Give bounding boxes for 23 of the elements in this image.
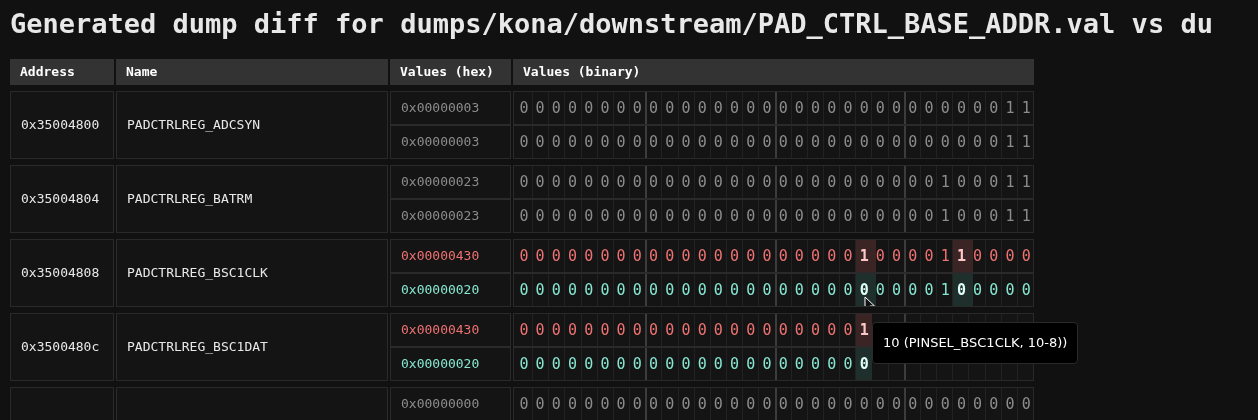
table-cell: 0x00000003: [390, 91, 511, 125]
table-cell: 0x00000430: [390, 313, 511, 347]
page-title: Generated dump diff for dumps/kona/downstream/PAD_CTRL_BASE_ADDR.val vs du: [9, 7, 1214, 41]
table-cell: PADCTRLREG_BSC1DAT: [116, 313, 388, 381]
table-cell: 0x35004804: [10, 165, 114, 233]
tooltip: 10 (PINSEL_BSC1CLK, 10-8)): [872, 322, 1079, 364]
table-cell: 0x00000000: [390, 387, 511, 420]
table-cell: 0x00000023: [390, 165, 511, 199]
table-cell: PADCTRLREG_BSC1CLK: [116, 239, 388, 307]
table-cell: 0x00000020: [390, 347, 511, 381]
table-cell: 0x35004808: [10, 239, 114, 307]
table-cell: PADCTRLREG_ADCSYN: [116, 91, 388, 159]
table-cell: 0x00000023: [390, 199, 511, 233]
column-header: Address: [10, 59, 114, 85]
column-header: Values (hex): [390, 59, 511, 85]
column-header: Values (binary): [513, 59, 1034, 85]
table-cell: PADCTRLREG_BATRM: [116, 165, 388, 233]
column-header: Name: [116, 59, 388, 85]
table-cell: 0x00000430: [390, 239, 511, 273]
table-cell: 0x3500480c: [10, 313, 114, 381]
table-cell: 0x35004800: [10, 91, 114, 159]
table-cell: 0x00000003: [390, 125, 511, 159]
table-cell: 0x00000020: [390, 273, 511, 307]
